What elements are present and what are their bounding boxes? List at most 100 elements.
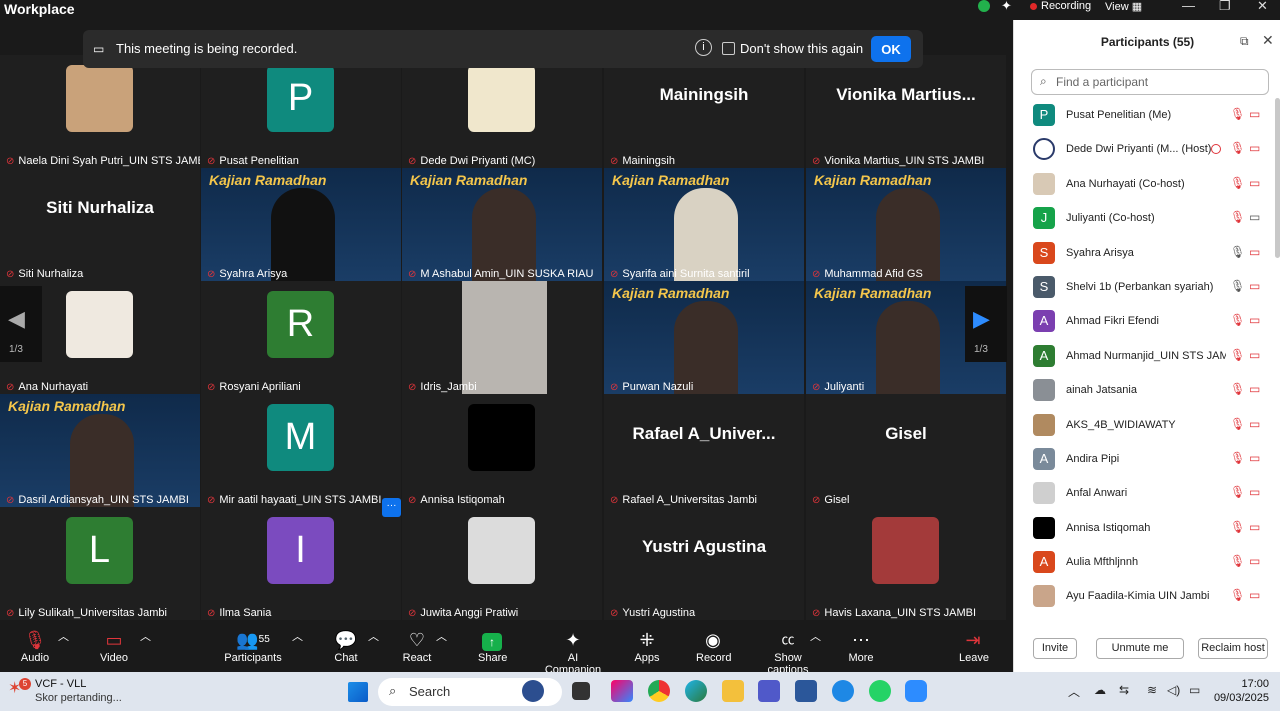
participant-tile[interactable]: Siti Nurhaliza ⊘ Siti Nurhaliza <box>0 168 200 281</box>
react-caret[interactable]: ︿ <box>436 628 447 644</box>
share-button[interactable]: ↑ Share <box>478 628 507 664</box>
mic-muted-icon[interactable]: 🎙 <box>1230 107 1245 121</box>
reclaim-host-button[interactable]: Reclaim host <box>1198 638 1268 659</box>
participant-row[interactable]: S Syahra Arisya 🎙 ▭ <box>1014 236 1276 270</box>
video-off-icon[interactable]: ▭ <box>1249 451 1260 465</box>
participant-list[interactable]: P Pusat Penelitian (Me) 🎙 ▭ Dede Dwi Priyant… <box>1014 98 1276 625</box>
participant-tile[interactable]: ⊘ Dede Dwi Priyanti (MC) <box>402 55 602 168</box>
participant-row[interactable]: Annisa Istiqomah 🎙 ▭ <box>1014 511 1276 545</box>
mic-muted-icon[interactable]: 🎙 <box>1230 588 1245 602</box>
teams-icon[interactable] <box>758 680 780 702</box>
participant-row[interactable]: A Aulia Mfthljnnh 🎙 ▭ <box>1014 545 1276 579</box>
unmute-me-button[interactable]: Unmute me <box>1096 638 1184 659</box>
restore-button[interactable]: ❐ <box>1219 0 1231 14</box>
view-menu[interactable]: View ▦ <box>1105 0 1142 13</box>
sparkle-icon[interactable]: ✦ <box>1001 0 1012 14</box>
video-off-icon[interactable]: ▭ <box>1249 485 1260 499</box>
chat-caret[interactable]: ︿ <box>368 628 379 644</box>
participant-tile[interactable]: M ⊘ Mir aatil hayaati_UIN STS JAMBI <box>201 394 401 507</box>
popout-icon[interactable]: ⧉ <box>1240 34 1249 49</box>
video-off-icon[interactable]: ▭ <box>1249 279 1260 293</box>
participant-tile[interactable]: ⊘ Annisa Istiqomah <box>402 394 602 507</box>
recording-indicator[interactable]: Recording <box>1030 0 1091 12</box>
more-button[interactable]: ⋯ More <box>848 628 874 664</box>
prev-page-button[interactable]: ◀ 1/3 <box>0 286 42 362</box>
mic-muted-icon[interactable]: 🎙 <box>1230 520 1245 534</box>
participant-tile[interactable]: Kajian Ramadhan ⊘ Syarifa aini Surnita san… <box>604 168 804 281</box>
mic-muted-icon[interactable]: 🎙 <box>1230 176 1245 190</box>
participant-tile[interactable]: ⊘ Idris_Jambi <box>402 281 602 394</box>
participant-row[interactable]: Ana Nurhayati (Co-host) 🎙 ▭ <box>1014 167 1276 201</box>
chrome-icon[interactable] <box>648 680 670 702</box>
participant-row[interactable]: P Pusat Penelitian (Me) 🎙 ▭ <box>1014 98 1276 132</box>
mic-muted-icon[interactable]: 🎙 <box>1230 451 1245 465</box>
whatsapp-icon[interactable] <box>869 680 891 702</box>
participant-tile[interactable]: Kajian Ramadhan ⊘ M Ashabul Amin_UIN SUSKA… <box>402 168 602 281</box>
participant-tile[interactable]: ⊘ Juwita Anggi Pratiwi <box>402 507 602 620</box>
file-explorer-icon[interactable] <box>722 680 744 702</box>
chevron-up-icon[interactable]: ︿ <box>1068 683 1080 700</box>
dont-show-label[interactable]: Don't show this again <box>740 41 863 56</box>
mic-muted-icon[interactable]: 🎙 <box>1230 313 1245 327</box>
participants-caret[interactable]: ︿ <box>292 628 303 644</box>
task-view-icon[interactable] <box>572 682 590 700</box>
participant-tile[interactable]: Yustri Agustina ⊘ Yustri Agustina <box>604 507 804 620</box>
participant-search-input[interactable]: ⌕ Find a participant <box>1031 69 1269 95</box>
onedrive-icon[interactable] <box>832 680 854 702</box>
close-button[interactable]: ✕ <box>1257 0 1268 14</box>
participant-tile[interactable]: L ⊘ Lily Sulikah_Universitas Jambi <box>0 507 200 620</box>
participant-tile[interactable]: P ⊘ Pusat Penelitian <box>201 55 401 168</box>
next-page-button[interactable]: ▶ 1/3 <box>965 286 1007 362</box>
minimize-button[interactable]: — <box>1182 0 1195 13</box>
chat-button[interactable]: 💬 Chat <box>333 628 359 664</box>
captions-caret[interactable]: ︿ <box>810 628 821 644</box>
participant-row[interactable]: Ayu Faadila-Kimia UIN Jambi 🎙 ▭ <box>1014 579 1276 613</box>
video-off-icon[interactable]: ▭ <box>1249 520 1260 534</box>
widget-title[interactable]: VCF - VLL <box>35 678 86 690</box>
video-off-icon[interactable]: ▭ <box>1249 588 1260 602</box>
video-off-icon[interactable]: ▭ <box>1249 348 1260 362</box>
mic-muted-icon[interactable]: 🎙 <box>1230 417 1245 431</box>
more-options-button[interactable]: ··· <box>382 498 401 517</box>
participant-row[interactable]: A Andira Pipi 🎙 ▭ <box>1014 442 1276 476</box>
clock[interactable]: 17:00 09/03/2025 <box>1213 677 1269 705</box>
participant-tile[interactable]: Kajian Ramadhan ⊘ Dasril Ardiansyah_UIN ST… <box>0 394 200 507</box>
widget-subtitle[interactable]: Skor pertanding... <box>35 692 122 704</box>
video-off-icon[interactable]: ▭ <box>1249 245 1260 259</box>
video-options-caret[interactable]: ︿ <box>140 628 151 644</box>
invite-button[interactable]: Invite <box>1033 638 1077 659</box>
widget-icon[interactable]: ✶ 5 <box>8 678 31 700</box>
scrollbar[interactable] <box>1275 98 1280 258</box>
participant-row[interactable]: AKS_4B_WIDIAWATY 🎙 ▭ <box>1014 408 1276 442</box>
mic-muted-icon[interactable]: 🎙 <box>1230 485 1245 499</box>
participant-tile[interactable]: Vionika Martius... ⊘ Vionika Martius_UIN S… <box>806 55 1006 168</box>
mic-muted-icon[interactable]: 🎙 <box>1230 141 1245 155</box>
video-off-icon[interactable]: ▭ <box>1249 141 1260 155</box>
participant-tile[interactable]: Rafael A_Univer... ⊘ Rafael A_Universitas … <box>604 394 804 507</box>
apps-button[interactable]: ⁜ Apps <box>634 628 660 664</box>
video-off-icon[interactable]: ▭ <box>1249 417 1260 431</box>
audio-button[interactable]: 🎙 Audio <box>20 628 50 664</box>
participant-row[interactable]: ainah Jatsania 🎙 ▭ <box>1014 373 1276 407</box>
copilot-icon[interactable] <box>611 680 633 702</box>
participant-tile[interactable]: Kajian Ramadhan ⊘ Muhammad Afid GS <box>806 168 1006 281</box>
mic-muted-icon[interactable]: 🎙 <box>1230 382 1245 396</box>
participant-tile[interactable]: R ⊘ Rosyani Apriliani <box>201 281 401 394</box>
mic-icon[interactable]: 🎙 <box>1230 279 1245 293</box>
mic-muted-icon[interactable]: 🎙 <box>1230 554 1245 568</box>
participant-tile[interactable]: Kajian Ramadhan ⊘ Purwan Nazuli <box>604 281 804 394</box>
participant-row[interactable]: A Ahmad Nurmanjid_UIN STS JAM... 🎙 ▭ <box>1014 339 1276 373</box>
video-button[interactable]: ▭ Video <box>98 628 130 664</box>
video-off-icon[interactable]: ▭ <box>1249 107 1260 121</box>
cloud-icon[interactable]: ☁ <box>1094 683 1106 697</box>
ai-companion-button[interactable]: ✦ AI Companion <box>540 628 606 676</box>
participant-row[interactable]: Anfal Anwari 🎙 ▭ <box>1014 476 1276 510</box>
video-icon[interactable]: ▭ <box>1249 210 1260 224</box>
info-icon[interactable]: i <box>695 39 712 56</box>
participants-button[interactable]: 👥55 Participants <box>224 628 282 664</box>
wifi-icon[interactable]: ≋ <box>1147 683 1157 697</box>
zoom-icon[interactable] <box>905 680 927 702</box>
video-off-icon[interactable]: ▭ <box>1249 382 1260 396</box>
network-icon[interactable]: ⇆ <box>1119 683 1129 697</box>
participant-tile[interactable]: Gisel ⊘ Gisel <box>806 394 1006 507</box>
